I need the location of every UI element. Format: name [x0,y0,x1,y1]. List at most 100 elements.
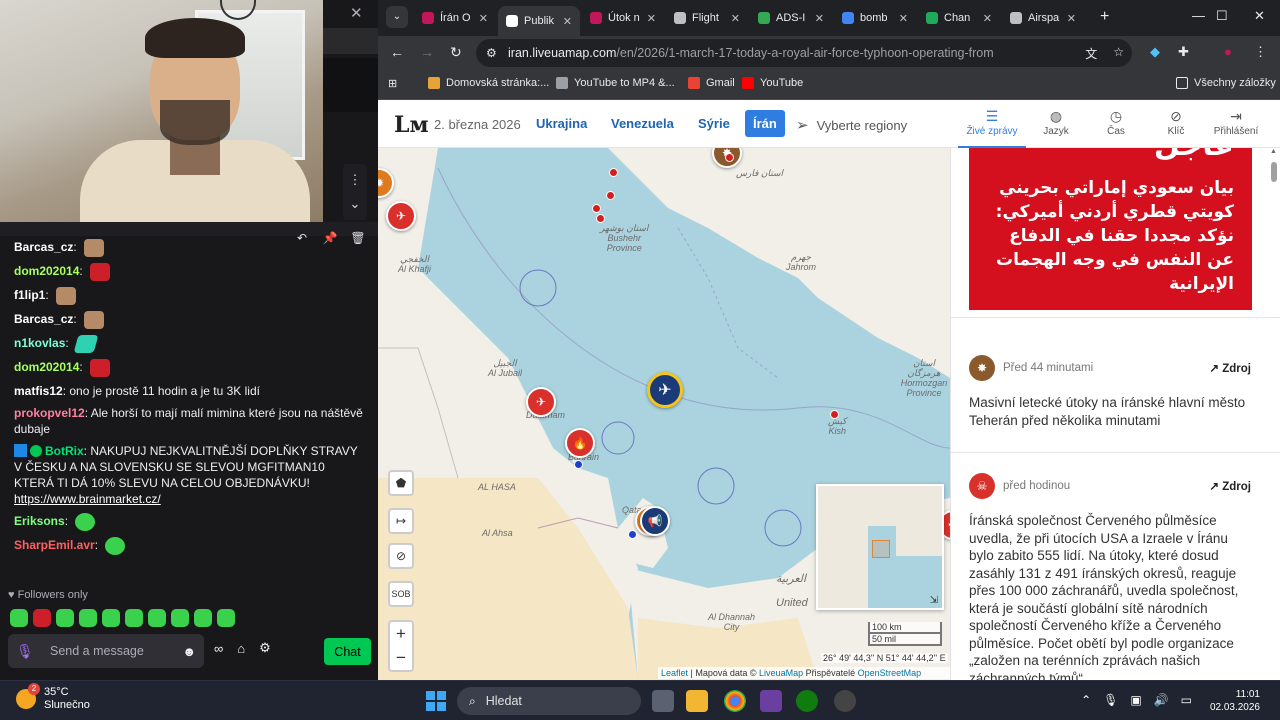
site-info-icon[interactable]: ⚙ [486,46,508,60]
header-tab[interactable]: ◍ Jazyk [1026,100,1086,148]
address-bar[interactable]: ⚙ iran.liveuamap.com/en/2026/1-march-17-… [476,39,1132,67]
source-link[interactable]: ↗ Zdroj [1209,479,1251,493]
header-tab[interactable]: ⊘ Klíč [1146,100,1206,148]
forward-button[interactable]: → [420,44,434,60]
osm-link[interactable]: OpenStreetMap [858,668,922,678]
region-ukraine[interactable]: Ukrajina [536,116,587,131]
browser-tab[interactable]: Írán O ✕ [414,6,496,30]
draw-polygon-tool[interactable]: ⬟ [388,470,414,496]
window-close-button[interactable]: ✕ [1254,8,1265,24]
emote[interactable] [125,609,143,627]
puzzle-icon[interactable]: ✚ [1178,44,1189,60]
more-vertical-icon[interactable]: ⋮ [343,168,367,192]
emote[interactable] [217,609,235,627]
browser-tab[interactable]: Útok n ✕ [582,6,664,30]
breaking-news-image[interactable]: عاجل بيان سعودي إماراتي بحريني كويتي قطر… [969,148,1252,310]
minimap[interactable]: ⇲ [816,484,944,610]
profile-avatar[interactable]: ● [1224,44,1232,59]
tab-close-icon[interactable]: ✕ [815,12,824,25]
taskbar-search[interactable]: ⌕ Hledat [457,687,641,715]
bookmark[interactable]: Domovská stránka:... [428,77,549,89]
emote[interactable] [148,609,166,627]
emoji-icon[interactable]: ☻ [182,644,196,659]
incident-dot[interactable] [725,153,734,162]
header-tab[interactable]: ◷ Čas [1086,100,1146,148]
store-icon[interactable]: ⌂ [237,641,245,656]
steam-icon[interactable] [834,690,856,712]
incident-dot[interactable] [606,191,615,200]
scroll-up-icon[interactable]: ▲ [1270,148,1277,155]
emote[interactable] [194,609,212,627]
task-view-icon[interactable] [652,690,674,712]
liveuamap-link[interactable]: LiveuaMap [759,668,803,678]
browser-menu-icon[interactable]: ⋮ [1254,44,1267,60]
new-tab-button[interactable]: + [1100,8,1109,26]
chevron-down-icon[interactable]: ⌄ [343,192,367,216]
chat-username[interactable]: dom202014 [14,360,79,374]
network-icon[interactable]: ▣ [1130,693,1141,707]
header-tab[interactable]: ⇥ Přihlášení [1206,100,1266,148]
region-syria[interactable]: Sýrie [698,116,730,131]
liveuamap-logo[interactable]: Ⅼᴍ [394,112,429,138]
clock[interactable]: 11:01 02.03.2026 [1210,688,1260,714]
military-dot[interactable] [628,530,637,539]
aircraft-marker[interactable]: ✈ [647,372,683,408]
battery-icon[interactable]: ▭ [1181,693,1192,707]
emote[interactable] [33,609,51,627]
chat-username[interactable]: BotRix [45,444,84,458]
overflow-menu[interactable]: ⋮ ⌄ [343,164,367,220]
incident-dot[interactable] [596,214,605,223]
url-text[interactable]: iran.liveuamap.com/en/2026/1-march-17-to… [508,46,994,60]
maximize-button[interactable]: ☐ [1216,8,1228,24]
chat-username[interactable]: Eriksons [14,514,65,528]
chevron-up-icon[interactable]: ⌃ [1081,693,1091,707]
map[interactable]: استان بوشهر Bushehr Province الخفجي Al Khaf… [378,148,950,680]
weather-widget[interactable]: 2 35°C Slunečno [16,683,90,712]
all-bookmarks[interactable]: Všechny záložky [1176,77,1276,89]
military-dot[interactable] [574,460,583,469]
browser-tab[interactable]: Chan ✕ [918,6,1000,30]
tab-close-icon[interactable]: ✕ [1067,12,1076,25]
header-tab[interactable]: ☰ Živé zprávy [958,100,1026,148]
sob-button[interactable]: SOB [388,581,414,607]
start-button[interactable] [426,691,446,711]
feed-scrollbar[interactable]: ▲ [1270,148,1278,680]
chat-link[interactable]: https://www.brainmarket.cz/ [14,492,161,506]
scrollbar-thumb[interactable] [1271,162,1277,182]
region-iran[interactable]: Írán [745,110,785,137]
tab-close-icon[interactable]: ✕ [983,12,992,25]
hide-layer-icon[interactable]: ⊘ [388,543,414,569]
incident-dot[interactable] [830,410,839,419]
chat-username[interactable]: matfis12 [14,384,63,398]
apps-icon[interactable]: ⊞ [388,77,397,90]
region-venezuela[interactable]: Venezuela [611,116,674,131]
chat-username[interactable]: Barcas_cz [14,240,73,254]
event-marker-announcement[interactable]: 📢 [640,506,670,536]
translate-icon[interactable]: 文 [1085,45,1097,62]
file-explorer-icon[interactable] [686,690,708,712]
tab-close-icon[interactable]: ✕ [899,12,908,25]
chat-username[interactable]: f1lip1 [14,288,45,302]
event-marker-strike[interactable]: ✈ [386,201,416,231]
tab-close-icon[interactable]: ✕ [479,12,488,25]
news-item[interactable]: ✸ Před 44 minutami ↗ Zdroj Masivní letec… [951,354,1269,429]
chat-username[interactable]: prokopvel12 [14,406,85,420]
event-marker-fire[interactable]: 🔥 [565,428,595,458]
emote[interactable] [79,609,97,627]
chat-username[interactable]: n1kovlas [14,336,65,350]
browser-tab[interactable]: Airspa ✕ [1002,6,1084,30]
emote[interactable] [171,609,189,627]
emote[interactable] [102,609,120,627]
source-link[interactable]: ↗ Zdroj [1209,361,1251,375]
zoom-in-button[interactable]: + [390,622,412,646]
bookmark[interactable]: YouTube [742,77,803,89]
microphone-icon[interactable]: 🎙 [1103,693,1118,707]
chat-input[interactable]: 🎙 Send a message ☻ [8,634,204,668]
back-button[interactable]: ← [390,44,404,60]
chat-input-placeholder[interactable]: Send a message [36,644,182,658]
news-item[interactable]: ☠ před hodinou ↗ Zdroj Íránská společnos… [951,472,1269,680]
microphone-icon[interactable]: 🎙 [16,643,36,660]
tab-search-icon[interactable]: ⌄ [386,6,408,28]
gear-icon[interactable]: ⚙ [259,640,271,656]
xbox-icon[interactable] [796,690,818,712]
